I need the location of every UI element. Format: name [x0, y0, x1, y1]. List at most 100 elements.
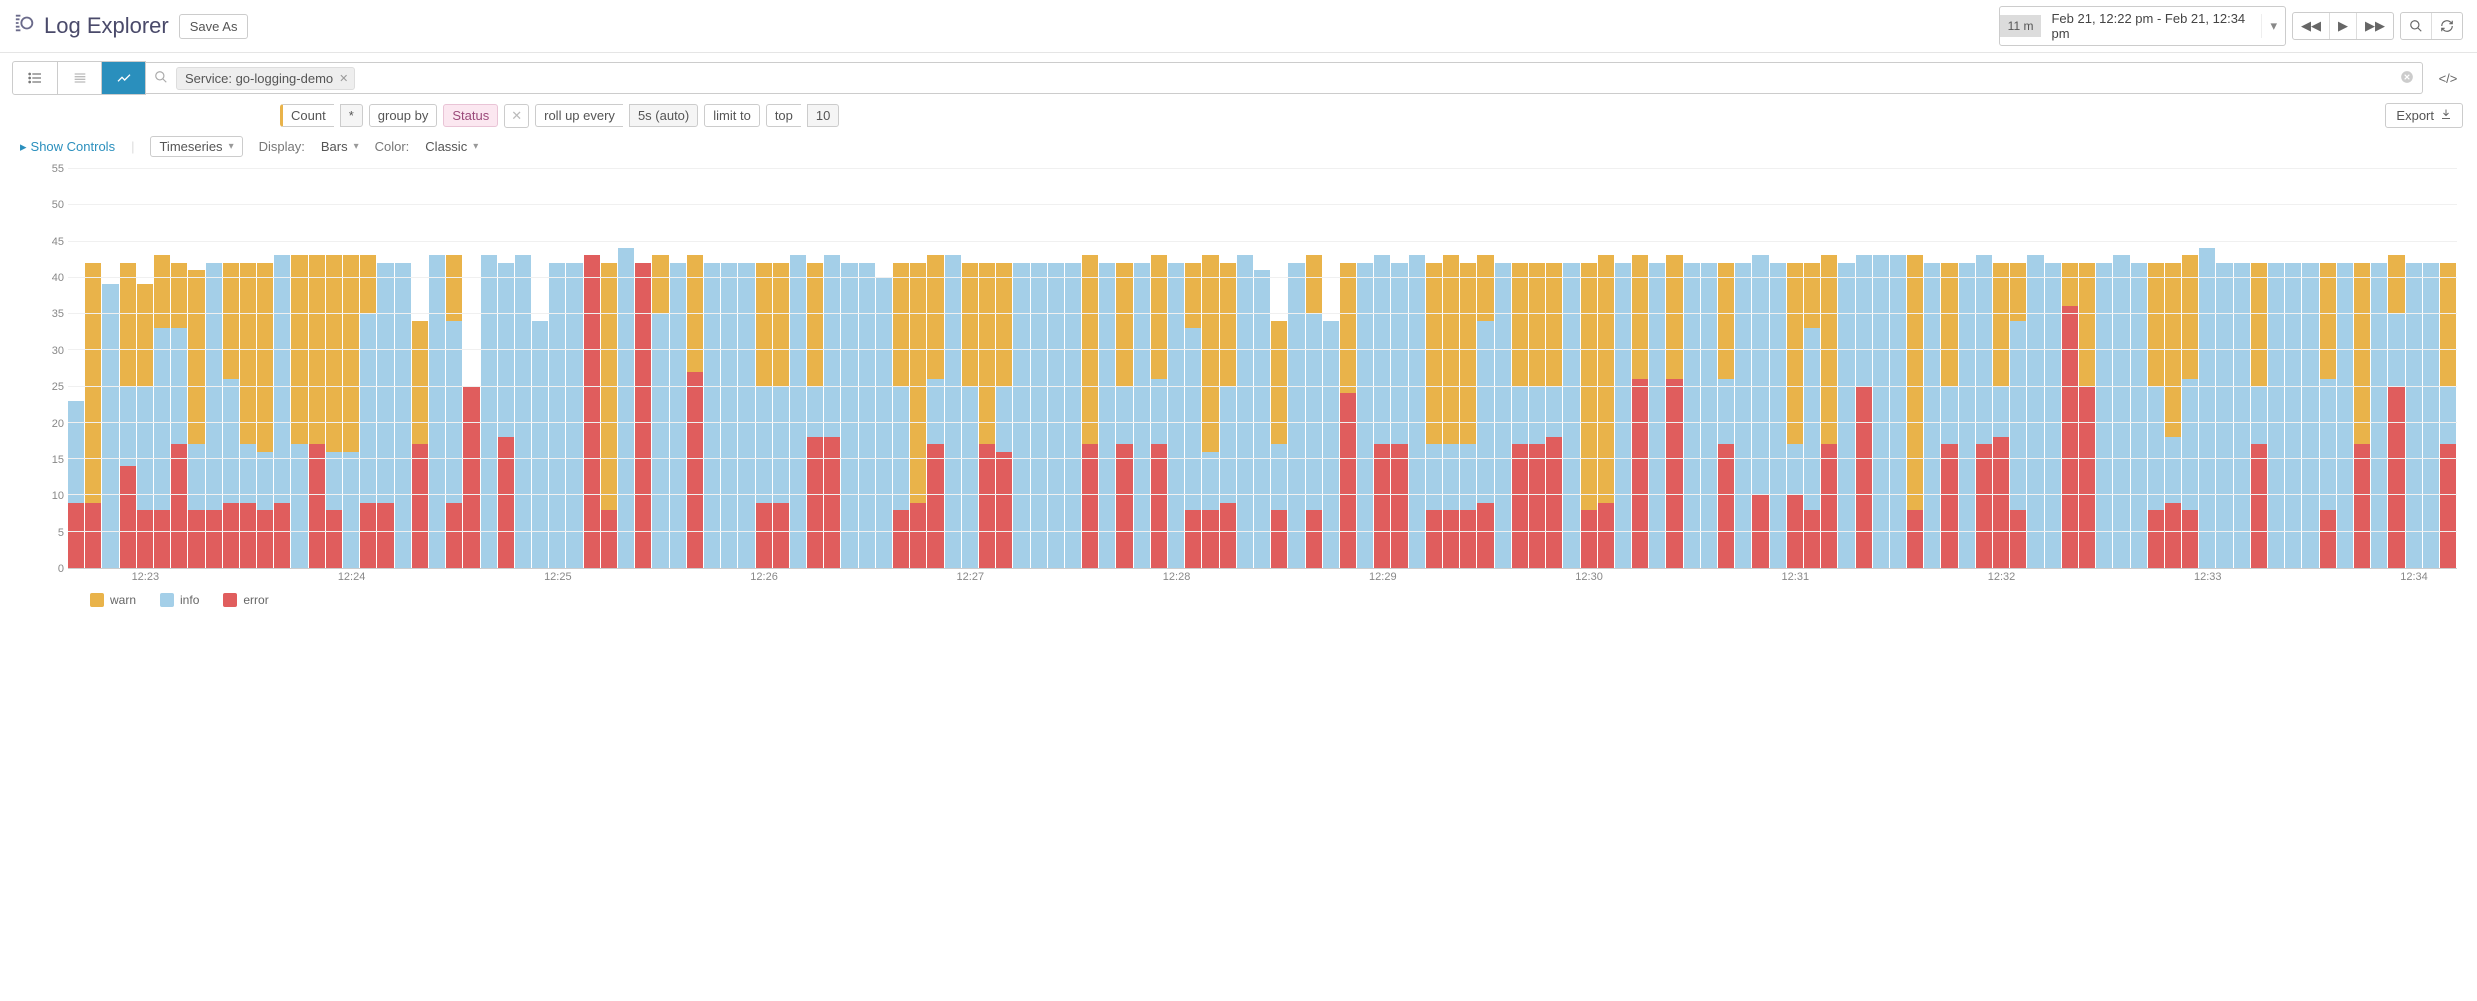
bar-column[interactable] — [1856, 255, 1872, 568]
bar-column[interactable] — [2010, 263, 2026, 568]
bar-column[interactable] — [704, 263, 720, 568]
bar-column[interactable] — [996, 263, 1012, 568]
bar-column[interactable] — [1460, 263, 1476, 568]
bar-column[interactable] — [481, 255, 497, 568]
bar-column[interactable] — [206, 263, 222, 568]
bar-column[interactable] — [2337, 263, 2353, 568]
bar-column[interactable] — [1563, 263, 1579, 568]
bar-column[interactable] — [1752, 255, 1768, 568]
bar-column[interactable] — [1151, 255, 1167, 568]
bar-column[interactable] — [2216, 263, 2232, 568]
bar-column[interactable] — [1031, 263, 1047, 568]
bar-column[interactable] — [1202, 255, 1218, 568]
export-button[interactable]: Export — [2385, 103, 2463, 128]
bar-column[interactable] — [1168, 263, 1184, 568]
bar-column[interactable] — [326, 255, 342, 568]
bar-column[interactable] — [841, 263, 857, 568]
bar-column[interactable] — [2268, 263, 2284, 568]
bar-column[interactable] — [1409, 255, 1425, 568]
bar-column[interactable] — [2440, 263, 2456, 568]
bar-column[interactable] — [1873, 255, 1889, 568]
bar-column[interactable] — [670, 263, 686, 568]
bar-column[interactable] — [188, 270, 204, 568]
bar-column[interactable] — [2148, 263, 2164, 568]
bar-column[interactable] — [1959, 263, 1975, 568]
bar-column[interactable] — [257, 263, 273, 568]
bar-column[interactable] — [1477, 255, 1493, 568]
bar-column[interactable] — [721, 263, 737, 568]
bar-column[interactable] — [463, 386, 479, 568]
bar-column[interactable] — [171, 263, 187, 568]
bar-column[interactable] — [1546, 263, 1562, 568]
group-by-field[interactable]: Status — [443, 104, 498, 127]
bar-column[interactable] — [1288, 263, 1304, 568]
bar-column[interactable] — [2320, 263, 2336, 568]
bar-column[interactable] — [1649, 263, 1665, 568]
bar-column[interactable] — [360, 255, 376, 568]
bar-column[interactable] — [2251, 263, 2267, 568]
bar-column[interactable] — [2388, 255, 2404, 568]
bar-column[interactable] — [1632, 255, 1648, 568]
bar-column[interactable] — [1666, 255, 1682, 568]
bar-column[interactable] — [85, 263, 101, 568]
filter-chip-remove-icon[interactable]: ✕ — [339, 72, 348, 85]
bar-column[interactable] — [927, 255, 943, 568]
save-as-button[interactable]: Save As — [179, 14, 249, 39]
bar-column[interactable] — [1718, 263, 1734, 568]
bar-column[interactable] — [652, 255, 668, 568]
bar-column[interactable] — [1615, 263, 1631, 568]
bar-column[interactable] — [1357, 263, 1373, 568]
bar-column[interactable] — [2423, 263, 2439, 568]
bar-column[interactable] — [2131, 263, 2147, 568]
bar-column[interactable] — [1787, 263, 1803, 568]
bar-column[interactable] — [1529, 263, 1545, 568]
bar-column[interactable] — [1099, 263, 1115, 568]
bar-column[interactable] — [446, 255, 462, 568]
bar-column[interactable] — [2182, 255, 2198, 568]
bar-column[interactable] — [291, 255, 307, 568]
bar-column[interactable] — [1598, 255, 1614, 568]
bar-column[interactable] — [1116, 263, 1132, 568]
measure-select[interactable]: Count — [280, 104, 334, 127]
bar-column[interactable] — [1581, 263, 1597, 568]
bar-column[interactable] — [377, 263, 393, 568]
bar-column[interactable] — [1890, 255, 1906, 568]
bar-column[interactable] — [2234, 263, 2250, 568]
bar-column[interactable] — [910, 263, 926, 568]
view-tab-list[interactable] — [13, 62, 57, 94]
display-select[interactable]: Bars ▾ — [321, 139, 359, 154]
color-select[interactable]: Classic ▾ — [425, 139, 478, 154]
bar-column[interactable] — [549, 263, 565, 568]
view-tab-timeseries[interactable] — [101, 62, 145, 94]
bar-column[interactable] — [566, 263, 582, 568]
bar-column[interactable] — [1495, 263, 1511, 568]
code-toggle-icon[interactable]: </> — [2431, 62, 2465, 94]
bar-column[interactable] — [2062, 263, 2078, 568]
bar-column[interactable] — [824, 255, 840, 568]
bar-column[interactable] — [1941, 263, 1957, 568]
limit-count[interactable]: 10 — [807, 104, 839, 127]
bar-column[interactable] — [1391, 263, 1407, 568]
plot-area[interactable] — [68, 169, 2457, 569]
time-range-picker[interactable]: 11 m Feb 21, 12:22 pm - Feb 21, 12:34 pm… — [1999, 6, 2286, 46]
bar-column[interactable] — [2096, 263, 2112, 568]
bar-column[interactable] — [120, 263, 136, 568]
bar-column[interactable] — [1340, 263, 1356, 568]
bar-column[interactable] — [1254, 270, 1270, 568]
bar-column[interactable] — [756, 263, 772, 568]
view-tab-compact[interactable] — [57, 62, 101, 94]
search-bar[interactable]: Service: go-logging-demo ✕ — [146, 62, 2423, 94]
bar-column[interactable] — [137, 284, 153, 568]
bar-column[interactable] — [1924, 263, 1940, 568]
time-forward-icon[interactable]: ▶▶ — [2356, 13, 2393, 39]
bar-column[interactable] — [2302, 263, 2318, 568]
bar-column[interactable] — [1907, 255, 1923, 568]
bar-column[interactable] — [1821, 255, 1837, 568]
bar-column[interactable] — [2027, 255, 2043, 568]
bar-column[interactable] — [2079, 263, 2095, 568]
bar-column[interactable] — [979, 263, 995, 568]
time-play-icon[interactable]: ▶ — [2329, 13, 2356, 39]
bar-column[interactable] — [1804, 263, 1820, 568]
bar-column[interactable] — [68, 401, 84, 568]
bar-column[interactable] — [1237, 255, 1253, 568]
